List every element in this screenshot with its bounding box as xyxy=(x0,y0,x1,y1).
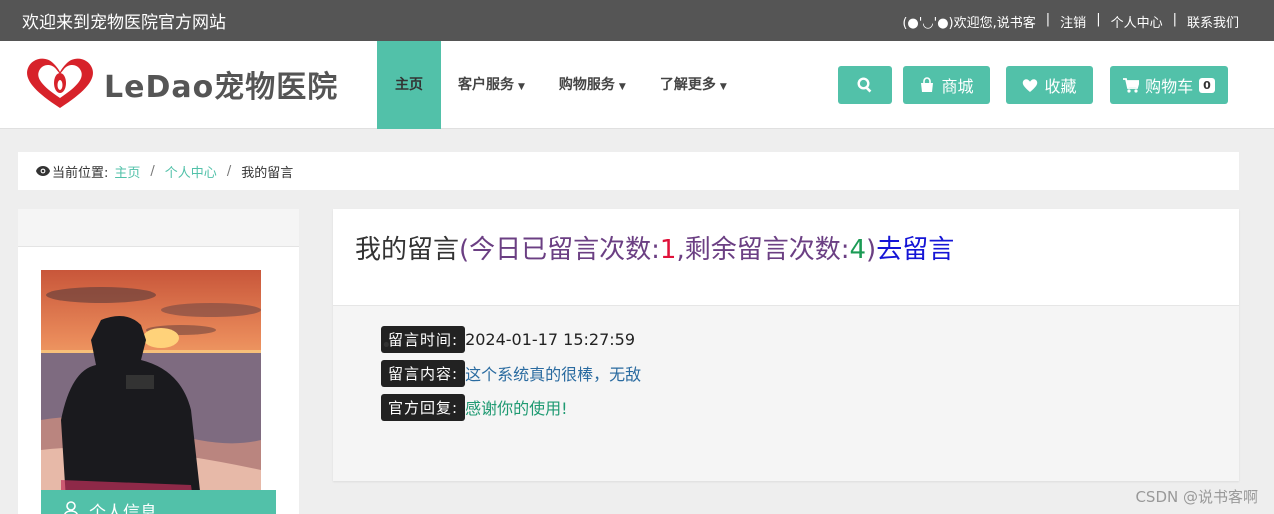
breadcrumb-prefix: 当前位置: xyxy=(52,165,109,181)
nav-label: 购物服务 xyxy=(558,77,615,93)
breadcrumb-center[interactable]: 个人中心 xyxy=(165,162,217,181)
title-mid: ,剩余留言次数: xyxy=(676,235,850,265)
remaining-count: 4 xyxy=(849,235,867,265)
nav-label: 了解更多 xyxy=(659,77,716,93)
time-value: 2024-01-17 15:27:59 xyxy=(465,329,635,349)
main-nav: 主页 客户服务 ▼ 购物服务 ▼ 了解更多 ▼ xyxy=(377,41,744,129)
personal-info-button[interactable]: 个人信息 xyxy=(41,490,276,514)
breadcrumb-separator: / xyxy=(150,163,155,179)
nav-home[interactable]: 主页 xyxy=(377,41,441,129)
title-close: ) xyxy=(866,235,877,265)
eye-icon xyxy=(36,166,50,176)
nav-shopping-service[interactable]: 购物服务 ▼ xyxy=(542,41,643,129)
search-button[interactable] xyxy=(838,66,892,104)
reply-label: 官方回复: xyxy=(381,393,466,421)
contact-link[interactable]: 联系我们 xyxy=(1187,12,1239,31)
divider: | xyxy=(1096,12,1101,27)
heart-icon xyxy=(1023,78,1038,92)
message-content-row: 留言内容: 这个系统真的很棒，无敌 xyxy=(381,359,1239,387)
nav-label: 客户服务 xyxy=(458,77,514,93)
user-greeting: (●'◡'●)欢迎您,说书客 xyxy=(902,16,1036,31)
messages-panel: 我的留言(今日已留言次数:1,剩余留言次数:4)去留言 留言时间: 2024-0… xyxy=(333,209,1239,481)
list-bullet: • xyxy=(381,335,392,356)
heart-logo-icon xyxy=(27,58,93,108)
breadcrumb-separator: / xyxy=(226,163,232,179)
title-open: (今日已留言次数: xyxy=(459,235,660,265)
logout-link[interactable]: 注销 xyxy=(1060,12,1086,31)
divider: | xyxy=(1045,12,1051,27)
top-bar: 欢迎来到宠物医院官方网站 (●'◡'●)欢迎您,说书客 | 注销 | 个人中心 … xyxy=(0,0,1274,41)
personal-info-label: 个人信息 xyxy=(89,502,157,514)
message-time-row: 留言时间: 2024-01-17 15:27:59 xyxy=(381,325,1239,353)
cart-count-badge: 0 xyxy=(1199,77,1215,93)
mall-button[interactable]: 商城 xyxy=(903,66,990,104)
list-item: 留言时间: 2024-01-17 15:27:59 留言内容: 这个系统真的很棒… xyxy=(381,325,1239,421)
breadcrumb-current: 我的留言 xyxy=(241,165,294,181)
site-header: LeDao宠物医院 主页 客户服务▼ 购物服务▼ 了解更多▼ 商城 收藏 xyxy=(0,41,1274,129)
shopping-bag-icon xyxy=(921,77,934,92)
avatar-photo xyxy=(41,270,261,500)
page-title: 我的留言(今日已留言次数:1,剩余留言次数:4)去留言 xyxy=(333,209,1239,306)
mall-label: 商城 xyxy=(941,77,974,96)
content-label: 留言内容: xyxy=(381,359,466,387)
title-main: 我的留言 xyxy=(355,235,460,265)
reply-value: 感谢你的使用! xyxy=(465,399,568,418)
breadcrumb: 当前位置: 主页 / 个人中心 / 我的留言 xyxy=(18,152,1239,190)
favorites-button[interactable]: 收藏 xyxy=(1006,66,1093,104)
user-icon xyxy=(64,501,78,514)
divider: | xyxy=(1172,12,1177,27)
caret-down-icon: ▼ xyxy=(518,82,525,92)
cart-label: 购物车 xyxy=(1145,77,1194,96)
sidebar: 个人信息 xyxy=(18,209,299,514)
avatar xyxy=(41,270,261,500)
welcome-text: 欢迎来到宠物医院官方网站 xyxy=(22,13,226,33)
site-logo[interactable]: LeDao宠物医院 xyxy=(24,56,338,112)
personal-center-link[interactable]: 个人中心 xyxy=(1111,12,1163,31)
nav-learn-more[interactable]: 了解更多 ▼ xyxy=(643,41,744,129)
caret-down-icon: ▼ xyxy=(618,82,626,92)
message-reply-row: 官方回复: 感谢你的使用! xyxy=(381,393,1239,421)
sidebar-header xyxy=(18,209,299,247)
logo-text: LeDao宠物医院 xyxy=(104,70,339,105)
favorites-label: 收藏 xyxy=(1044,77,1077,96)
breadcrumb-home[interactable]: 主页 xyxy=(114,162,140,181)
today-count: 1 xyxy=(659,235,677,265)
nav-customer-service[interactable]: 客户服务 ▼ xyxy=(441,41,542,129)
cart-button[interactable]: 购物车 0 xyxy=(1110,66,1228,104)
time-label: 留言时间: xyxy=(381,325,466,353)
top-links: (●'◡'●)欢迎您,说书客 | 注销 | 个人中心 | 联系我们 xyxy=(902,12,1239,31)
search-icon xyxy=(857,77,872,93)
messages-list: 留言时间: 2024-01-17 15:27:59 留言内容: 这个系统真的很棒… xyxy=(333,306,1239,481)
watermark: CSDN @说书客啊 xyxy=(1135,488,1258,506)
content-value: 这个系统真的很棒，无敌 xyxy=(465,365,642,384)
leave-message-link[interactable]: 去留言 xyxy=(876,235,954,265)
caret-down-icon: ▼ xyxy=(719,82,727,92)
cart-icon xyxy=(1123,77,1140,93)
